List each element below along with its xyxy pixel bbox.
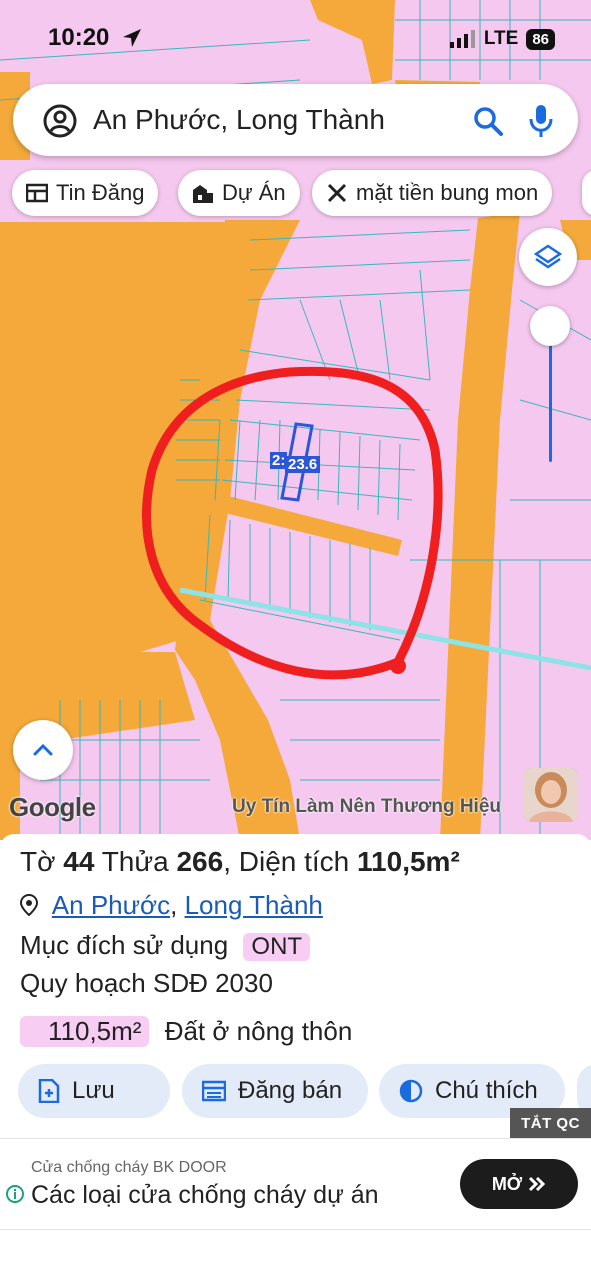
ad-close-button[interactable]: TẮT QC xyxy=(510,1108,591,1138)
ad-sponsor: Cửa chống cháy BK DOOR xyxy=(31,1159,227,1176)
avatar-image xyxy=(524,768,578,822)
info-icon[interactable] xyxy=(6,1185,24,1203)
search-input[interactable]: An Phước, Long Thành xyxy=(93,104,385,136)
save-label: Lưu xyxy=(72,1077,115,1104)
search-bar[interactable]: An Phước, Long Thành xyxy=(13,84,578,156)
microphone-icon[interactable] xyxy=(529,104,553,138)
parcel-dimension-label: 23.6 xyxy=(285,456,321,473)
slider-track xyxy=(549,326,552,462)
location-arrow-icon xyxy=(123,29,141,47)
listing-icon xyxy=(202,1080,226,1102)
slider-thumb[interactable] xyxy=(530,306,570,346)
watermark-text: Uy Tín Làm Nên Thương Hiệu xyxy=(232,796,501,817)
location-separator: , xyxy=(170,890,178,920)
account-icon[interactable] xyxy=(43,104,77,138)
network-type: LTE xyxy=(483,28,519,49)
opacity-slider[interactable] xyxy=(528,306,572,466)
thua-label: Thửa xyxy=(101,846,169,877)
ad-banner[interactable]: Cửa chống cháy BK DOOR Các loại cửa chốn… xyxy=(0,1138,591,1230)
chip-label: Tin Đăng xyxy=(56,180,145,205)
status-bar: 10:20 LTE 86 xyxy=(0,0,591,78)
save-button[interactable]: Lưu xyxy=(18,1064,170,1118)
battery-level: 86 xyxy=(526,28,555,50)
avatar[interactable] xyxy=(524,768,578,822)
building-icon xyxy=(193,185,213,203)
plan-type: Đất ở nông thôn xyxy=(164,1016,353,1046)
plan-area-badge: 110,5m² xyxy=(20,1016,150,1047)
legend-icon xyxy=(399,1079,423,1103)
expand-up-button[interactable] xyxy=(13,720,73,780)
district-link[interactable]: Long Thành xyxy=(185,890,323,920)
chip-more[interactable] xyxy=(582,170,591,216)
cellular-signal-icon xyxy=(449,30,475,48)
purpose-row: Mục đích sử dụng ONT xyxy=(20,930,311,961)
status-time: 10:20 xyxy=(48,24,110,51)
layers-button[interactable] xyxy=(519,228,577,286)
ad-cta-label: MỞ xyxy=(491,1173,523,1194)
search-icon[interactable] xyxy=(473,106,503,136)
google-logo: Google xyxy=(9,792,96,822)
area-value: 110,5m² xyxy=(357,846,460,877)
to-label: Tờ xyxy=(20,846,56,877)
chip-mat-tien[interactable]: mặt tiền bung mon xyxy=(312,170,553,216)
chip-tin-dang[interactable]: Tin Đăng xyxy=(12,170,159,216)
parcel-location: An Phước, Long Thành xyxy=(19,890,323,921)
newspaper-icon xyxy=(26,183,48,203)
area-label: , Diện tích xyxy=(223,846,350,877)
legend-label: Chú thích xyxy=(435,1077,538,1104)
plan-row: 110,5m² Đất ở nông thôn xyxy=(20,1016,352,1047)
purpose-code-badge: ONT xyxy=(243,933,311,961)
double-chevron-icon xyxy=(529,1176,546,1192)
ruler-icon xyxy=(327,183,347,203)
ad-title: Các loại cửa chống cháy dự án xyxy=(31,1181,379,1209)
ward-link[interactable]: An Phước xyxy=(52,890,170,920)
purpose-label: Mục đích sử dụng xyxy=(20,930,229,960)
to-number: 44 xyxy=(63,846,95,877)
map-view[interactable]: 2: 23.6 10:20 LTE 86 An Phước, Long Thàn… xyxy=(0,0,591,840)
post-sale-label: Đăng bán xyxy=(238,1077,343,1104)
chevron-up-icon xyxy=(33,743,53,756)
location-pin-icon xyxy=(19,893,39,917)
plan-label: Quy hoạch SDĐ 2030 xyxy=(20,968,273,998)
save-icon xyxy=(38,1079,60,1103)
thua-number: 266 xyxy=(176,846,224,877)
post-sale-button[interactable]: Đăng bán xyxy=(182,1064,368,1118)
chip-du-an[interactable]: Dự Án xyxy=(178,170,300,216)
ad-open-button[interactable]: MỞ xyxy=(460,1159,578,1209)
action-bar: Lưu Đăng bán Chú thích xyxy=(18,1064,591,1118)
chip-label: Dự Án xyxy=(222,180,286,205)
layers-icon xyxy=(534,244,562,269)
chip-label: mặt tiền bung mon xyxy=(356,180,539,205)
parcel-title: Tờ 44 Thửa 266, Diện tích 110,5m² xyxy=(20,846,460,878)
filter-chips: Tin Đăng Dự Án mặt tiền bung mon xyxy=(12,170,591,218)
